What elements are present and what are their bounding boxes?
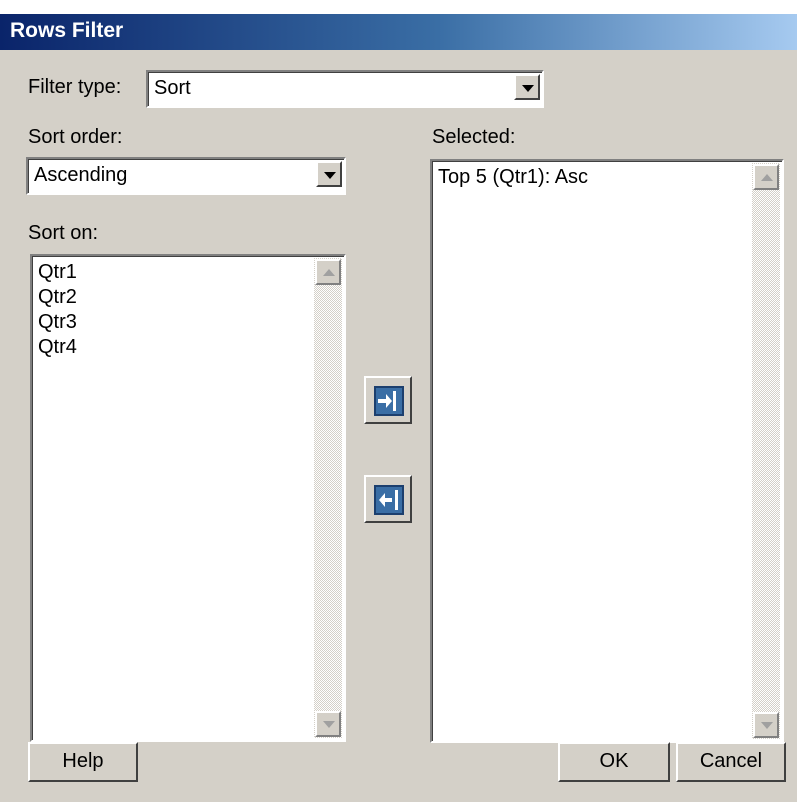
list-item[interactable]: Qtr3 bbox=[38, 310, 77, 335]
sort-order-value: Ascending bbox=[34, 164, 128, 186]
selected-scrollbar[interactable] bbox=[752, 163, 780, 739]
selected-items: Top 5 (Qtr1): Asc bbox=[438, 165, 588, 190]
selected-listbox[interactable]: Top 5 (Qtr1): Asc bbox=[430, 159, 784, 743]
filter-type-label: Filter type: bbox=[28, 76, 122, 98]
selected-label: Selected: bbox=[432, 126, 516, 148]
list-item[interactable]: Qtr1 bbox=[38, 260, 77, 285]
remove-from-selected-button[interactable] bbox=[364, 475, 412, 523]
sort-order-label: Sort order: bbox=[28, 126, 123, 148]
chevron-down-icon bbox=[522, 85, 534, 92]
arrow-right-into-box-icon bbox=[374, 386, 404, 416]
sort-on-items: Qtr1 Qtr2 Qtr3 Qtr4 bbox=[38, 260, 77, 360]
ok-button-label: OK bbox=[599, 750, 629, 772]
scroll-up-button[interactable] bbox=[315, 259, 341, 285]
filter-type-dropdown-button[interactable] bbox=[514, 74, 540, 100]
sort-on-label: Sort on: bbox=[28, 222, 99, 244]
ok-button[interactable]: OK bbox=[558, 742, 670, 782]
list-item[interactable]: Qtr4 bbox=[38, 335, 77, 360]
chevron-down-icon bbox=[323, 721, 335, 728]
list-item[interactable]: Qtr2 bbox=[38, 285, 77, 310]
arrow-left-out-of-box-icon bbox=[374, 485, 404, 515]
sort-on-listbox[interactable]: Qtr1 Qtr2 Qtr3 Qtr4 bbox=[30, 254, 346, 742]
filter-type-value: Sort bbox=[154, 77, 191, 99]
filter-type-dropdown[interactable]: Sort bbox=[146, 70, 544, 108]
sort-on-scrollbar[interactable] bbox=[314, 258, 342, 738]
chevron-down-icon bbox=[761, 722, 773, 729]
cancel-button-label: Cancel bbox=[699, 750, 763, 772]
sort-order-dropdown[interactable]: Ascending bbox=[26, 157, 346, 195]
cancel-button[interactable]: Cancel bbox=[676, 742, 786, 782]
rows-filter-dialog: Rows Filter Filter type: Sort Sort order… bbox=[0, 14, 797, 802]
sort-order-dropdown-button[interactable] bbox=[316, 161, 342, 187]
chevron-up-icon bbox=[761, 174, 773, 181]
add-to-selected-button[interactable] bbox=[364, 376, 412, 424]
help-button[interactable]: Help bbox=[28, 742, 138, 782]
scroll-down-button[interactable] bbox=[315, 711, 341, 737]
scroll-up-button[interactable] bbox=[753, 164, 779, 190]
window-title: Rows Filter bbox=[10, 19, 124, 42]
chevron-up-icon bbox=[323, 269, 335, 276]
scroll-down-button[interactable] bbox=[753, 712, 779, 738]
list-item[interactable]: Top 5 (Qtr1): Asc bbox=[438, 165, 588, 190]
title-bar[interactable]: Rows Filter bbox=[0, 14, 797, 50]
chevron-down-icon bbox=[324, 172, 336, 179]
help-button-label: Help bbox=[62, 750, 104, 772]
